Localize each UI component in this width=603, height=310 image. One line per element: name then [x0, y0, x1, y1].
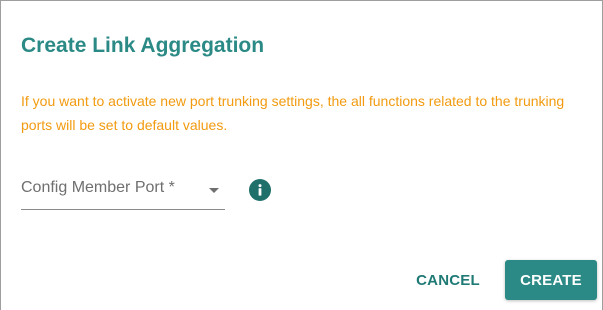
cancel-button[interactable]: CANCEL — [403, 260, 493, 300]
config-member-port-label: Config Member Port * — [21, 179, 175, 196]
create-button[interactable]: CREATE — [505, 260, 597, 300]
create-link-aggregation-dialog: Create Link Aggregation If you want to a… — [0, 0, 603, 310]
dropdown-arrow-icon — [209, 188, 219, 193]
dialog-title: Create Link Aggregation — [21, 34, 265, 57]
warning-message: If you want to activate new port trunkin… — [21, 93, 565, 133]
info-glyph — [258, 184, 262, 196]
info-icon[interactable] — [249, 179, 271, 201]
config-member-port-select[interactable]: Config Member Port * — [21, 175, 225, 210]
